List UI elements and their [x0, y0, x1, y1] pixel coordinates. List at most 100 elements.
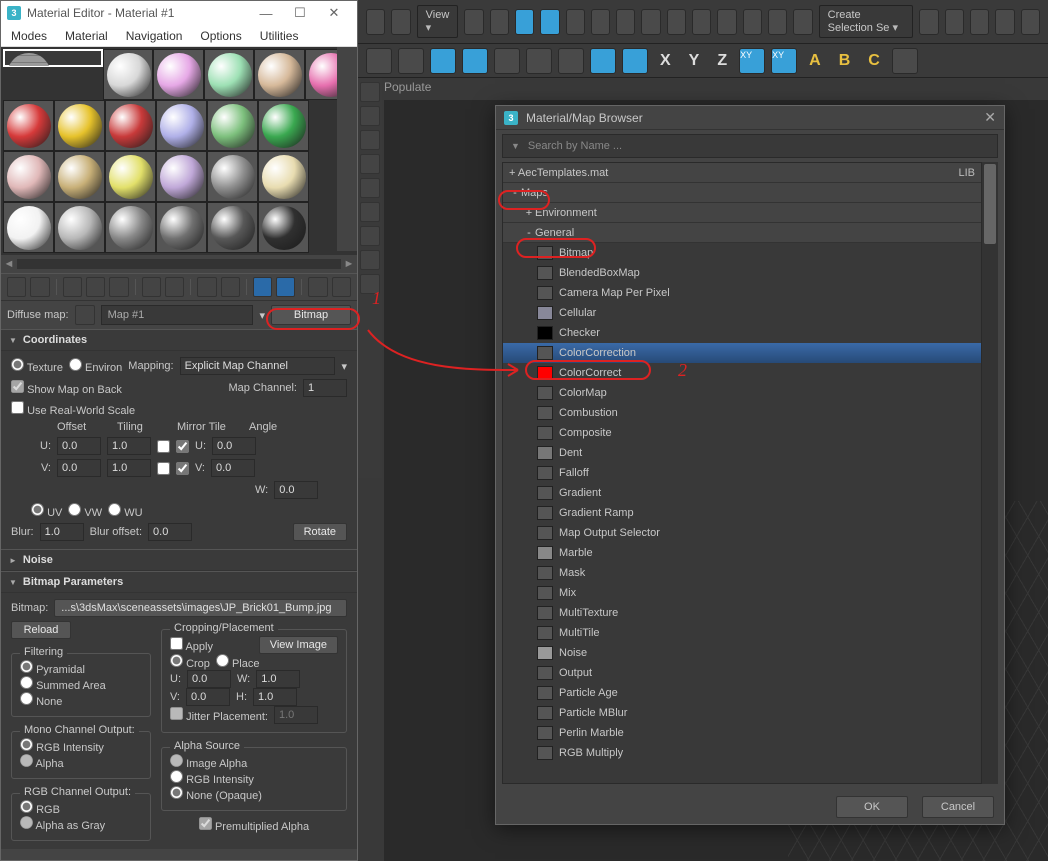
browser-map-item[interactable]: Marble: [503, 543, 981, 563]
scroll-left-icon[interactable]: ◄: [1, 258, 17, 270]
browser-map-item[interactable]: MultiTexture: [503, 603, 981, 623]
sample-slot[interactable]: [54, 151, 105, 202]
sample-slot[interactable]: [204, 49, 254, 100]
minimize-button[interactable]: —: [249, 6, 283, 21]
browser-scrollbar[interactable]: [982, 162, 998, 784]
sample-slot[interactable]: [54, 202, 105, 253]
lt-2[interactable]: [360, 106, 380, 126]
map-type-button[interactable]: Bitmap: [271, 305, 351, 325]
angle-v-spinner[interactable]: 0.0: [211, 459, 255, 477]
sub-d[interactable]: [462, 48, 488, 74]
tool-pct[interactable]: [768, 9, 787, 35]
vt-select[interactable]: [337, 202, 357, 222]
sample-slot[interactable]: [54, 100, 105, 151]
angle-u-spinner[interactable]: 0.0: [212, 437, 256, 455]
browser-map-item[interactable]: Camera Map Per Pixel: [503, 283, 981, 303]
tool-c4[interactable]: [692, 9, 711, 35]
scrollbar-thumb[interactable]: [984, 164, 996, 244]
tool-layers[interactable]: [970, 9, 989, 35]
browser-map-item[interactable]: BlendedBoxMap: [503, 263, 981, 283]
tool-move[interactable]: [540, 9, 559, 35]
tool-angle[interactable]: [743, 9, 762, 35]
ok-button[interactable]: OK: [836, 796, 908, 818]
browser-map-item[interactable]: Gradient Ramp: [503, 503, 981, 523]
blur-spinner[interactable]: 1.0: [40, 523, 84, 541]
browser-map-item[interactable]: Perlin Marble: [503, 723, 981, 743]
tool-redo[interactable]: [391, 9, 410, 35]
tb-make-copy[interactable]: [142, 277, 161, 297]
sample-slot[interactable]: [258, 100, 309, 151]
lt-5[interactable]: [360, 178, 380, 198]
tool-b[interactable]: [490, 9, 509, 35]
tb-put-to-scene[interactable]: [30, 277, 49, 297]
alpha-rgb-intensity-radio[interactable]: [170, 770, 183, 783]
browser-map-item[interactable]: Cellular: [503, 303, 981, 323]
reload-button[interactable]: Reload: [11, 621, 71, 639]
menu-utilities[interactable]: Utilities: [260, 29, 299, 43]
rgb-rgb-radio[interactable]: [20, 800, 33, 813]
selset-a[interactable]: A: [803, 52, 827, 70]
browser-item[interactable]: -Maps: [503, 183, 981, 203]
sample-slot[interactable]: [156, 151, 207, 202]
selection-set-dropdown[interactable]: Create Selection Se ▾: [819, 5, 914, 38]
browser-map-item[interactable]: Combustion: [503, 403, 981, 423]
tb-go-parent[interactable]: [308, 277, 327, 297]
tb-get-material[interactable]: [7, 277, 26, 297]
vt-options[interactable]: [337, 180, 357, 200]
mono-rgb-intensity-radio[interactable]: [20, 738, 33, 751]
plane-xy2[interactable]: XY: [771, 48, 797, 74]
pick-icon[interactable]: [75, 305, 95, 325]
axis-z[interactable]: Z: [711, 52, 733, 70]
mapping-dropdown[interactable]: Explicit Map Channel: [180, 357, 336, 375]
crop-u-spinner[interactable]: 0.0: [187, 670, 231, 688]
sample-slot[interactable]: [103, 49, 153, 100]
browser-map-item[interactable]: Falloff: [503, 463, 981, 483]
crop-radio[interactable]: [170, 654, 183, 667]
tool-spin[interactable]: [793, 9, 812, 35]
sample-slot[interactable]: [207, 202, 258, 253]
sample-slot[interactable]: [105, 100, 156, 151]
browser-map-item[interactable]: RGB Multiply: [503, 743, 981, 763]
tb-go-sibling[interactable]: [332, 277, 351, 297]
browser-map-item[interactable]: Particle Age: [503, 683, 981, 703]
noise-header[interactable]: Noise: [1, 550, 357, 571]
browser-map-item[interactable]: ColorMap: [503, 383, 981, 403]
vt-mtl-map[interactable]: [337, 224, 357, 244]
tool-explorer[interactable]: [995, 9, 1014, 35]
tool-c1[interactable]: [616, 9, 635, 35]
sample-slot[interactable]: [3, 202, 54, 253]
tool-undo[interactable]: [366, 9, 385, 35]
lt-6[interactable]: [360, 202, 380, 222]
place-radio[interactable]: [216, 654, 229, 667]
crop-h-spinner[interactable]: 1.0: [253, 688, 297, 706]
browser-map-item[interactable]: Composite: [503, 423, 981, 443]
sample-slot[interactable]: [3, 49, 103, 67]
browser-map-item[interactable]: Output: [503, 663, 981, 683]
offset-u-spinner[interactable]: 0.0: [57, 437, 101, 455]
browser-map-item[interactable]: Map Output Selector: [503, 523, 981, 543]
mirror-u-check[interactable]: [157, 440, 170, 453]
browser-item[interactable]: + AecTemplates.matLIB: [503, 163, 981, 183]
browser-map-item[interactable]: Dent: [503, 443, 981, 463]
tb-show-end-result[interactable]: [276, 277, 295, 297]
browser-map-item[interactable]: Particle MBlur: [503, 703, 981, 723]
texture-radio[interactable]: [11, 358, 24, 371]
constraint-xy2[interactable]: [622, 48, 648, 74]
tool-c2[interactable]: [641, 9, 660, 35]
menu-options[interactable]: Options: [200, 29, 241, 43]
tool-mirror[interactable]: [919, 9, 938, 35]
material-editor-titlebar[interactable]: 3 Material Editor - Material #1 — ☐ ✕: [1, 1, 357, 25]
vt-video-color[interactable]: [337, 136, 357, 156]
browser-map-item[interactable]: ColorCorrection: [503, 343, 981, 363]
cancel-button[interactable]: Cancel: [922, 796, 994, 818]
browser-map-item[interactable]: ColorCorrect: [503, 363, 981, 383]
sub-g[interactable]: [558, 48, 584, 74]
crop-w-spinner[interactable]: 1.0: [256, 670, 300, 688]
sample-slot[interactable]: [153, 49, 203, 100]
axis-y[interactable]: Y: [683, 52, 706, 70]
tool-snap[interactable]: [717, 9, 736, 35]
crop-v-spinner[interactable]: 0.0: [186, 688, 230, 706]
filter-none-radio[interactable]: [20, 692, 33, 705]
alpha-none-radio[interactable]: [170, 786, 183, 799]
view-image-button[interactable]: View Image: [259, 636, 338, 654]
